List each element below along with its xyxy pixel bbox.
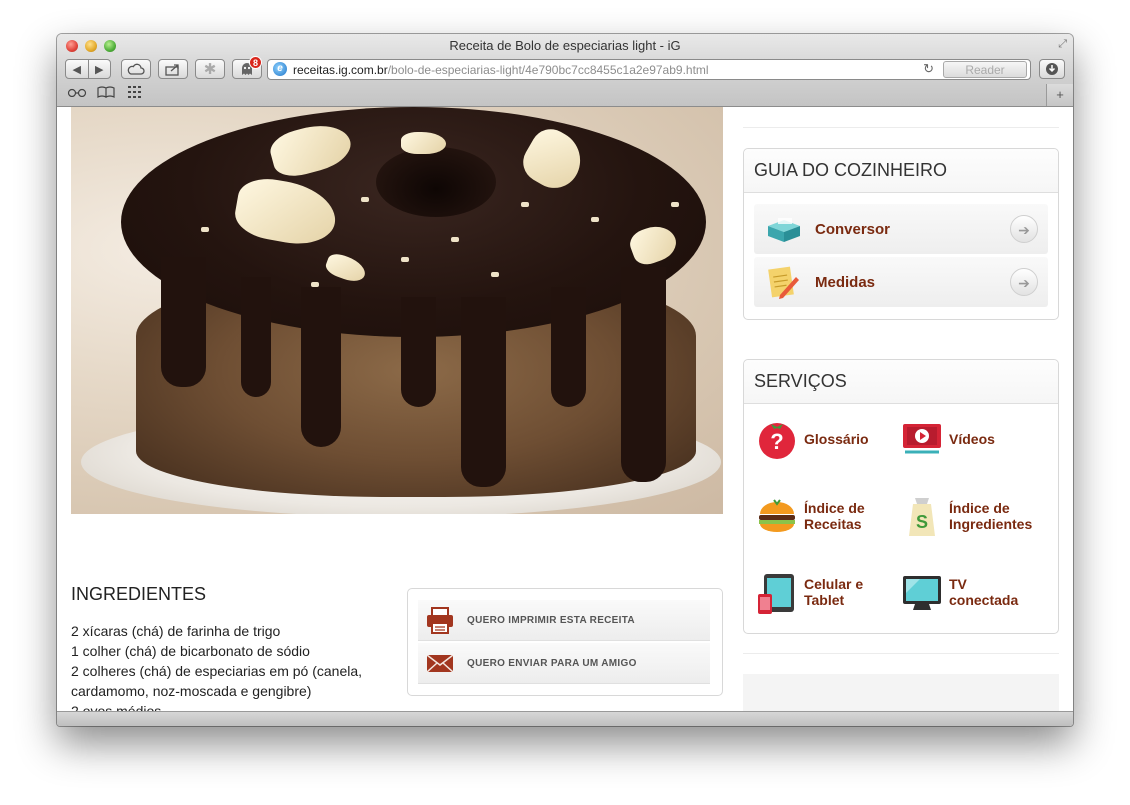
cook-guide-header: GUIA DO COZINHEIRO xyxy=(744,149,1058,193)
extension-icon: ✱ xyxy=(203,61,217,78)
services-box: SERVIÇOS ? Glossário Vídeos Índice de Re… xyxy=(743,359,1059,634)
mobile-tablet-icon xyxy=(758,574,794,614)
drip-shape xyxy=(161,257,206,387)
arrow-right-icon[interactable]: ➔ xyxy=(1010,268,1038,296)
ingredients-heading: INGREDIENTES xyxy=(71,584,207,604)
downloads-button[interactable] xyxy=(1039,59,1065,79)
drip-shape xyxy=(461,297,506,487)
back-icon[interactable]: ◀ xyxy=(66,63,88,76)
service-label: Glossário xyxy=(804,431,869,447)
guide-item-conversor[interactable]: Conversor ➔ xyxy=(754,204,1048,254)
guide-item-label: Conversor xyxy=(815,221,891,238)
share-icon xyxy=(165,63,179,76)
crumb-shape xyxy=(671,202,679,207)
address-bar[interactable]: e receitas.ig.com.br/bolo-de-especiarias… xyxy=(267,59,1031,80)
crumb-shape xyxy=(591,217,599,222)
cook-guide-box: GUIA DO COZINHEIRO Conversor ➔ Medidas ➔ xyxy=(743,148,1059,320)
tomato-question-icon: ? xyxy=(759,423,795,459)
url-host: receitas.ig.com.br xyxy=(293,63,388,77)
download-icon xyxy=(1046,63,1058,75)
drip-shape xyxy=(551,287,586,407)
icloud-icon xyxy=(127,63,145,75)
recipe-photo xyxy=(71,107,723,514)
salt-shaker-icon: S xyxy=(909,498,935,536)
crumb-shape xyxy=(361,197,369,202)
printer-icon xyxy=(427,607,453,634)
advertisement-area xyxy=(743,674,1059,711)
service-label: Vídeos xyxy=(949,431,995,447)
bookmarks-icon[interactable] xyxy=(97,86,115,101)
cake-hole-shape xyxy=(376,147,496,217)
ingredient-line: 2 colheres (chá) de especiarias em pó (c… xyxy=(71,663,363,679)
forward-icon[interactable]: ▶ xyxy=(89,63,111,76)
extension-badge: 8 xyxy=(249,56,262,69)
bookmarks-bar xyxy=(57,84,1073,106)
envelope-icon xyxy=(427,655,453,672)
print-recipe-button[interactable]: QUERO IMPRIMIR ESTA RECEITA xyxy=(418,600,710,641)
url-text: receitas.ig.com.br/bolo-de-especiarias-l… xyxy=(293,63,709,77)
svg-text:S: S xyxy=(916,512,928,532)
crumb-shape xyxy=(311,282,319,287)
window-title: Receita de Bolo de especiarias light - i… xyxy=(449,38,681,53)
service-label: TV conectada xyxy=(949,576,1019,608)
icloud-tabs-button[interactable] xyxy=(121,59,151,79)
status-bar xyxy=(57,711,1073,726)
share-button[interactable] xyxy=(158,59,188,79)
reading-list-icon[interactable] xyxy=(67,86,87,100)
service-tv-conectada[interactable]: TV conectada xyxy=(901,570,1051,620)
ingredient-line: 1 colher (chá) de bicarbonato de sódio xyxy=(71,643,310,659)
extension-button[interactable]: ✱ xyxy=(195,59,225,79)
guide-item-label: Medidas xyxy=(815,274,876,291)
converter-icon xyxy=(768,218,800,242)
service-label: Índice de Receitas xyxy=(804,500,865,532)
cook-guide-heading: GUIA DO COZINHEIRO xyxy=(754,160,948,180)
recipe-actions-box: QUERO IMPRIMIR ESTA RECEITA QUERO ENVIAR… xyxy=(407,588,723,696)
ingredient-line: 2 xícaras (chá) de farinha de trigo xyxy=(71,623,281,639)
divider xyxy=(743,653,1059,654)
ingredient-line: 2 ovos médios xyxy=(71,703,162,711)
drip-shape xyxy=(621,267,666,482)
crumb-shape xyxy=(521,202,529,207)
drip-shape xyxy=(401,297,436,407)
arrow-right-icon[interactable]: ➔ xyxy=(1010,215,1038,243)
services-heading: SERVIÇOS xyxy=(754,371,847,391)
svg-text:?: ? xyxy=(770,429,783,454)
drip-shape xyxy=(301,287,341,447)
crumb-shape xyxy=(451,237,459,242)
guide-item-medidas[interactable]: Medidas ➔ xyxy=(754,257,1048,307)
crumb-shape xyxy=(201,227,209,232)
service-videos[interactable]: Vídeos xyxy=(901,418,1051,468)
drip-shape xyxy=(241,277,271,397)
back-forward-control: ◀ ▶ xyxy=(65,59,111,79)
reload-icon[interactable]: ↻ xyxy=(923,61,934,77)
service-glossario[interactable]: ? Glossário xyxy=(756,418,906,468)
service-celular-tablet[interactable]: Celular e Tablet xyxy=(756,570,906,620)
service-indice-receitas[interactable]: Índice de Receitas xyxy=(756,494,906,544)
ingredient-line: cardamomo, noz-moscada e gengibre) xyxy=(71,683,312,699)
send-to-friend-label: QUERO ENVIAR PARA UM AMIGO xyxy=(467,658,637,669)
site-favicon-icon: e xyxy=(273,62,287,76)
browser-toolbar: Receita de Bolo de especiarias light - i… xyxy=(57,34,1073,107)
send-to-friend-button[interactable]: QUERO ENVIAR PARA UM AMIGO xyxy=(418,643,710,684)
service-indice-ingredientes[interactable]: S Índice de Ingredientes xyxy=(901,494,1051,544)
divider xyxy=(743,127,1059,128)
video-play-icon xyxy=(903,424,941,454)
service-label: Celular e Tablet xyxy=(804,576,864,608)
print-recipe-label: QUERO IMPRIMIR ESTA RECEITA xyxy=(467,615,635,626)
new-tab-icon[interactable]: + xyxy=(1046,84,1073,106)
top-sites-icon[interactable] xyxy=(128,86,142,101)
browser-window: Receita de Bolo de especiarias light - i… xyxy=(57,34,1073,726)
tv-icon xyxy=(903,576,941,610)
crumb-shape xyxy=(491,272,499,277)
services-header: SERVIÇOS xyxy=(744,360,1058,404)
url-path: /bolo-de-especiarias-light/4e790bc7cc845… xyxy=(387,63,709,77)
burger-icon xyxy=(759,499,795,532)
crumb-shape xyxy=(401,257,409,262)
notepad-icon xyxy=(768,266,799,299)
page-viewport: INGREDIENTES 2 xícaras (chá) de farinha … xyxy=(57,107,1073,711)
service-label: Índice de Ingredientes xyxy=(949,500,1033,532)
chocolate-flake-shape xyxy=(401,132,446,154)
reader-button[interactable]: Reader xyxy=(943,61,1027,78)
fullscreen-icon[interactable]: ⤢ xyxy=(1058,38,1067,51)
